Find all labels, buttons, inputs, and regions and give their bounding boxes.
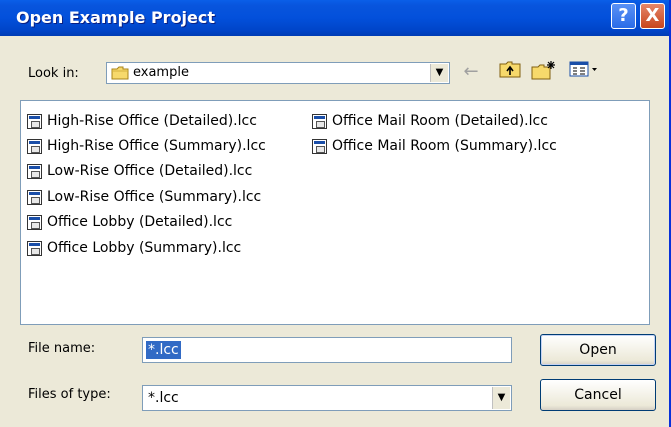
project-file-icon bbox=[27, 190, 42, 205]
file-name-label: Low-Rise Office (Summary).lcc bbox=[47, 189, 262, 205]
new-folder-icon[interactable] bbox=[530, 60, 558, 84]
help-icon: ? bbox=[618, 5, 629, 26]
up-one-level-icon[interactable] bbox=[498, 60, 522, 84]
project-file-icon bbox=[27, 114, 42, 129]
look-in-label: Look in: bbox=[28, 66, 79, 81]
file-name-label: Office Lobby (Summary).lcc bbox=[47, 240, 242, 256]
file-list[interactable]: High-Rise Office (Detailed).lcc High-Ris… bbox=[20, 100, 650, 325]
project-file-icon bbox=[27, 215, 42, 230]
open-button[interactable]: Open bbox=[540, 334, 656, 366]
project-file-icon bbox=[27, 139, 42, 154]
look-in-value: example bbox=[133, 65, 189, 80]
look-in-dropdown[interactable]: example ▼ bbox=[106, 62, 450, 84]
file-name-label: File name: bbox=[28, 341, 96, 356]
file-name-label: High-Rise Office (Detailed).lcc bbox=[47, 113, 257, 129]
chevron-down-icon[interactable]: ▼ bbox=[492, 387, 510, 409]
chevron-down-icon[interactable]: ▼ bbox=[430, 64, 448, 82]
views-menu-icon[interactable] bbox=[568, 60, 600, 84]
files-of-type-dropdown[interactable]: *.lcc ▼ bbox=[142, 385, 512, 411]
files-of-type-label: Files of type: bbox=[28, 387, 111, 402]
close-button[interactable]: X bbox=[640, 3, 665, 29]
project-file-icon bbox=[27, 241, 42, 256]
file-name-label: Office Mail Room (Detailed).lcc bbox=[332, 113, 548, 129]
help-button[interactable]: ? bbox=[611, 3, 636, 29]
project-file-icon bbox=[312, 139, 327, 154]
title-bar[interactable]: Open Example Project ? X bbox=[0, 0, 669, 36]
window-title: Open Example Project bbox=[16, 8, 216, 27]
file-name-input[interactable]: *.lcc bbox=[142, 337, 512, 363]
file-name-label: High-Rise Office (Summary).lcc bbox=[47, 138, 266, 154]
close-icon: X bbox=[645, 5, 660, 26]
file-name-label: Office Lobby (Detailed).lcc bbox=[47, 214, 233, 230]
files-of-type-value: *.lcc bbox=[148, 390, 179, 406]
cancel-button[interactable]: Cancel bbox=[540, 379, 656, 411]
open-project-dialog: Open Example Project ? X Look in: exampl… bbox=[0, 0, 671, 427]
folder-icon bbox=[111, 66, 129, 84]
file-name-label: Low-Rise Office (Detailed).lcc bbox=[47, 163, 253, 179]
project-file-icon bbox=[312, 114, 327, 129]
project-file-icon bbox=[27, 164, 42, 179]
back-arrow-icon[interactable]: ← bbox=[460, 60, 482, 84]
file-name-label: Office Mail Room (Summary).lcc bbox=[332, 138, 557, 154]
file-name-value: *.lcc bbox=[146, 341, 181, 359]
